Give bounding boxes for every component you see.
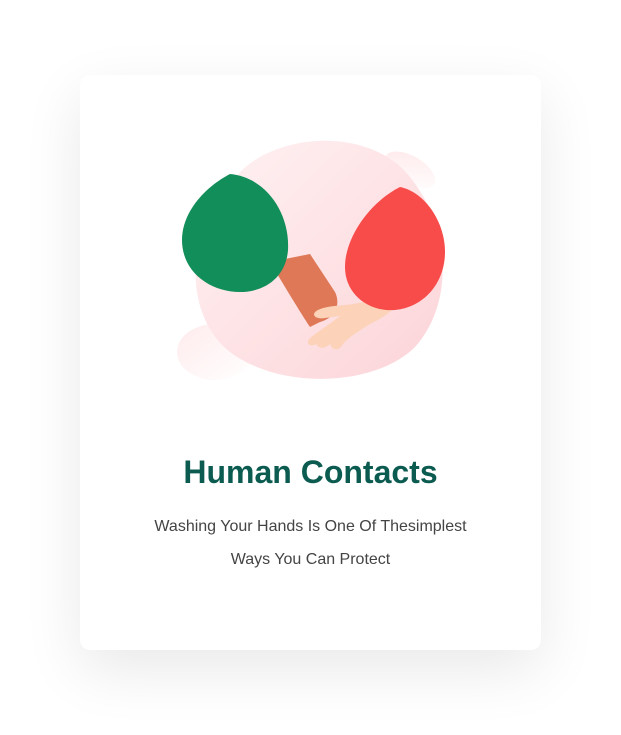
description-line-1: Washing Your Hands Is One Of Thesimplest [154,518,467,535]
handshake-illustration [170,132,460,392]
handshake-icon [177,140,445,380]
card-description: Washing Your Hands Is One Of Thesimplest… [80,510,541,576]
card-title: Human Contacts [183,454,438,490]
description-line-2: Ways You Can Protect [230,551,391,568]
